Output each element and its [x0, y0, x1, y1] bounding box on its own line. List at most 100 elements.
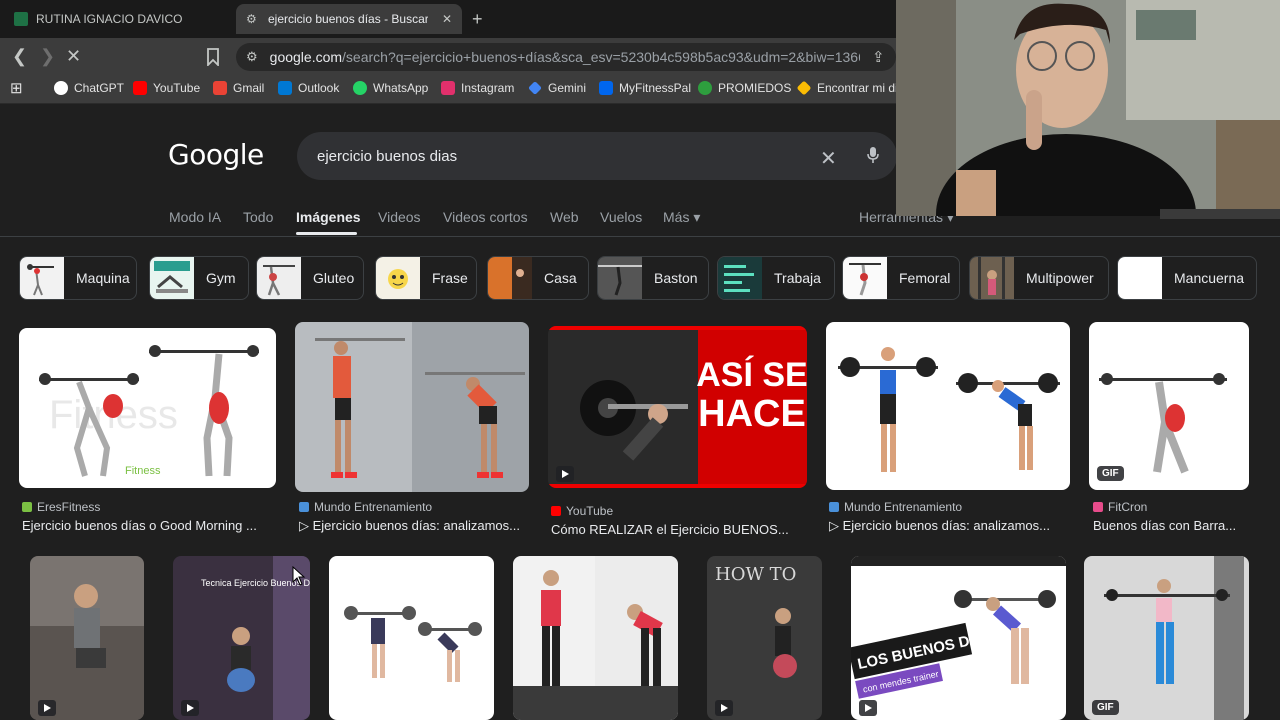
- bookmark-outlook[interactable]: Outlook: [278, 81, 339, 95]
- result-image: [295, 322, 529, 492]
- google-tab-icon: ⚙: [246, 12, 257, 26]
- result-source: Mundo Entrenamiento: [829, 500, 962, 514]
- bookmark-label: Gmail: [233, 81, 265, 95]
- gif-badge: GIF: [1092, 700, 1119, 715]
- site-info-icon[interactable]: ⚙: [246, 49, 258, 65]
- address-bar[interactable]: ⚙ google.com/search?q=ejercicio+buenos+d…: [236, 43, 896, 71]
- result-title[interactable]: Ejercicio buenos días o Good Morning ...: [22, 518, 282, 533]
- tab-mas[interactable]: Más ▾: [663, 209, 700, 226]
- bookmark-myfitnesspal[interactable]: MyFitnessPal: [599, 81, 691, 95]
- bookmark-label: Outlook: [298, 81, 340, 95]
- tab-modo-ia[interactable]: Modo IA: [169, 209, 221, 225]
- chip-thumbnail: [718, 257, 762, 299]
- result-title[interactable]: Buenos días con Barra...: [1093, 518, 1249, 533]
- result-image: [329, 556, 494, 720]
- forward-icon[interactable]: ❯: [40, 46, 55, 67]
- find-device-icon: [796, 80, 812, 96]
- chip-baston[interactable]: Baston: [597, 256, 709, 300]
- chip-multipower[interactable]: Multipower: [969, 256, 1109, 300]
- result-image: Fitness Fitness: [19, 328, 276, 488]
- share-icon[interactable]: ⇪: [872, 48, 885, 66]
- result-image: ASÍ SE HACE: [548, 326, 807, 488]
- chip-label: Maquina: [76, 270, 130, 286]
- apps-grid-icon[interactable]: ⊞: [10, 79, 23, 97]
- chip-gluteo[interactable]: Gluteo: [256, 256, 364, 300]
- result-title[interactable]: ▷ Ejercicio buenos días: analizamos...: [299, 518, 539, 534]
- tab-todo[interactable]: Todo: [243, 209, 273, 225]
- chip-thumbnail: [257, 257, 301, 299]
- header-divider: [0, 236, 1280, 237]
- gif-badge: GIF: [1097, 466, 1124, 481]
- back-icon[interactable]: ❮: [12, 46, 27, 67]
- chip-thumbnail: [20, 257, 64, 299]
- bookmark-encontrar[interactable]: Encontrar mi dis: [796, 80, 904, 96]
- chip-thumbnail: [1118, 257, 1162, 299]
- search-query: ejercicio buenos dias: [317, 147, 458, 165]
- chip-thumbnail: [488, 257, 532, 299]
- tab-google-search[interactable]: ⚙ ejercicio buenos días - Buscar co ✕: [236, 4, 462, 34]
- thumbnail-caption: HOW TO: [715, 564, 796, 585]
- result-image: [1089, 322, 1249, 490]
- tab-vuelos[interactable]: Vuelos: [600, 209, 642, 225]
- bookmark-whatsapp[interactable]: WhatsApp: [353, 81, 428, 95]
- source-label: Mundo Entrenamiento: [314, 500, 433, 514]
- video-play-icon: [181, 700, 199, 716]
- tab-rutina[interactable]: RUTINA IGNACIO DAVICO: [4, 4, 232, 34]
- promiedos-icon: [698, 81, 712, 95]
- site-favicon: [829, 502, 839, 512]
- microphone-icon[interactable]: [866, 146, 880, 164]
- bookmark-icon[interactable]: [206, 48, 220, 66]
- tab-videos-cortos[interactable]: Videos cortos: [443, 209, 528, 225]
- myfitnesspal-icon: [599, 81, 613, 95]
- result-image: [513, 556, 678, 720]
- result-title[interactable]: Cómo REALIZAR el Ejercicio BUENOS...: [551, 522, 806, 537]
- chip-thumbnail: [598, 257, 642, 299]
- bookmark-gemini[interactable]: Gemini: [528, 81, 586, 95]
- bookmark-label: WhatsApp: [373, 81, 429, 95]
- active-tab-indicator: [296, 232, 357, 235]
- chip-maquina[interactable]: Maquina: [19, 256, 137, 300]
- result-image: HOW TO: [707, 556, 822, 720]
- bookmark-label: ChatGPT: [74, 81, 125, 95]
- bookmark-youtube[interactable]: YouTube: [133, 81, 200, 95]
- chip-label: Casa: [544, 270, 577, 286]
- tab-web[interactable]: Web: [550, 209, 579, 225]
- google-logo[interactable]: Google: [168, 138, 264, 171]
- chip-label: Mancuerna: [1174, 270, 1245, 286]
- thumbnail-title-1: ASÍ SE: [696, 356, 807, 394]
- chip-femoral[interactable]: Femoral: [842, 256, 960, 300]
- bookmark-instagram[interactable]: Instagram: [441, 81, 514, 95]
- chip-gym[interactable]: Gym: [149, 256, 249, 300]
- bookmark-chatgpt[interactable]: ChatGPT: [54, 81, 124, 95]
- video-play-icon: [859, 700, 877, 716]
- video-play-icon: [38, 700, 56, 716]
- chip-frase[interactable]: Frase: [375, 256, 477, 300]
- chip-label: Gym: [206, 270, 236, 286]
- tab-imagenes[interactable]: Imágenes: [296, 209, 361, 225]
- chip-mancuerna[interactable]: Mancuerna: [1117, 256, 1257, 300]
- chip-label: Trabaja: [774, 270, 821, 286]
- bookmark-label: PROMIEDOS: [718, 81, 792, 95]
- url-path: /search?q=ejercicio+buenos+días&sca_esv=…: [342, 49, 860, 65]
- site-favicon: [22, 502, 32, 512]
- chip-trabaja[interactable]: Trabaja: [717, 256, 835, 300]
- close-tab-icon[interactable]: ✕: [442, 12, 452, 26]
- bookmark-gmail[interactable]: Gmail: [213, 81, 264, 95]
- bookmark-promiedos[interactable]: PROMIEDOS: [698, 81, 791, 95]
- thumbnail-title-2: HACE: [698, 393, 806, 435]
- source-label: FitCron: [1108, 500, 1148, 514]
- bookmark-label: Instagram: [461, 81, 515, 95]
- search-input[interactable]: ejercicio buenos dias: [297, 132, 897, 180]
- gemini-icon: [528, 81, 542, 95]
- source-label: YouTube: [566, 504, 614, 518]
- result-source: EresFitness: [22, 500, 100, 514]
- tab-videos[interactable]: Videos: [378, 209, 421, 225]
- stop-icon[interactable]: ✕: [66, 46, 81, 67]
- bookmark-label: Encontrar mi dis: [817, 81, 904, 95]
- chip-casa[interactable]: Casa: [487, 256, 589, 300]
- clear-search-icon[interactable]: ✕: [820, 146, 837, 171]
- new-tab-button[interactable]: +: [472, 9, 483, 30]
- url-host: google.com: [269, 49, 343, 65]
- result-source: YouTube: [551, 504, 613, 518]
- result-title[interactable]: ▷ Ejercicio buenos días: analizamos...: [829, 518, 1073, 534]
